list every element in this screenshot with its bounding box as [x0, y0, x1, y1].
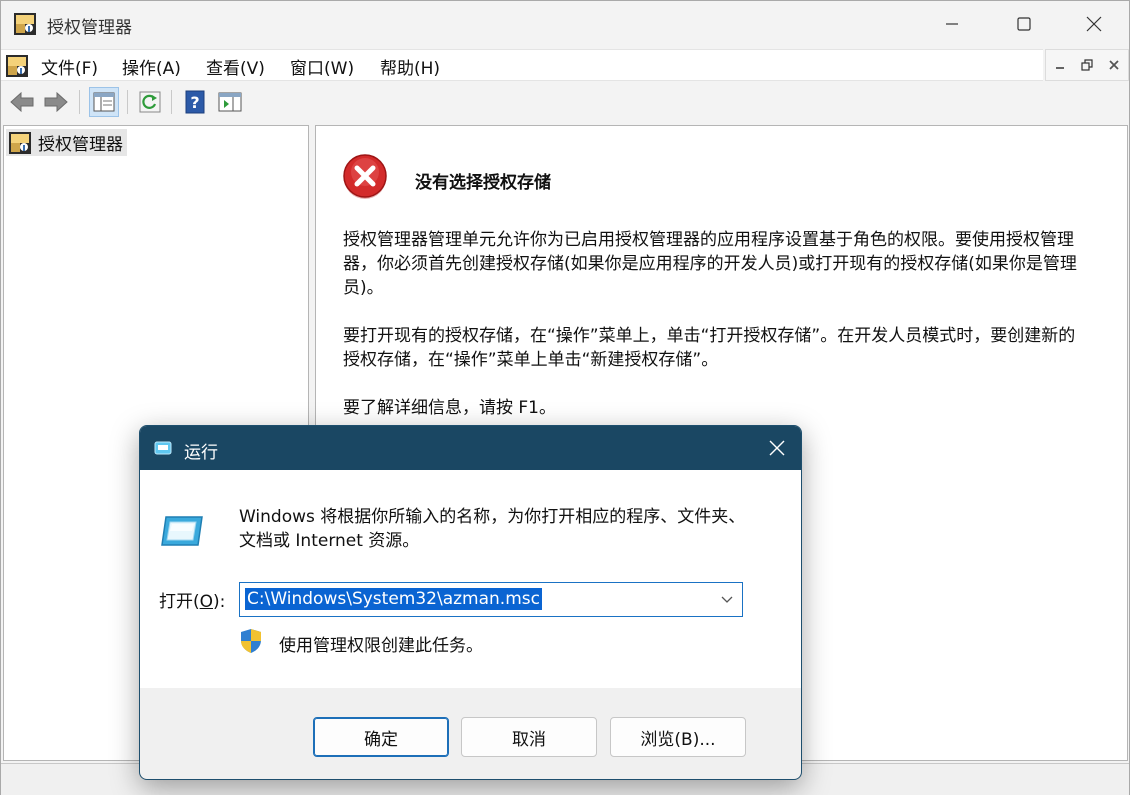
open-command-input[interactable]: C:\Windows\System32\azman.msc: [245, 588, 542, 610]
refresh-icon: [139, 91, 161, 113]
run-close-button[interactable]: [751, 426, 801, 470]
authorization-manager-app-icon: [14, 13, 36, 35]
ok-button[interactable]: 确定: [313, 717, 449, 757]
run-dialog: 运行 Windows 将根据你所输入的名称，为你打开相应的程序、文件夹、文档或 …: [139, 425, 802, 780]
minimize-icon: [1055, 67, 1064, 69]
run-icon: [154, 441, 172, 455]
tree-item-label: 授权管理器: [38, 135, 123, 155]
child-restore-button[interactable]: [1075, 53, 1099, 77]
close-icon: [769, 440, 785, 456]
run-dialog-body: Windows 将根据你所输入的名称，为你打开相应的程序、文件夹、文档或 Int…: [140, 470, 801, 688]
restore-icon: [1081, 59, 1093, 71]
minimize-icon: [946, 23, 958, 25]
close-window-button[interactable]: [1059, 1, 1129, 47]
intro-paragraph: 授权管理器管理单元允许你为已启用授权管理器的应用程序设置基于角色的权限。要使用授…: [343, 230, 1077, 298]
run-dialog-title: 运行: [184, 443, 218, 463]
menu-file[interactable]: 文件(F): [41, 54, 98, 79]
help-paragraph: 要了解详细信息，请按 F1。: [343, 398, 556, 418]
close-icon: [1086, 16, 1102, 32]
open-label: 打开(O):: [159, 592, 226, 612]
help-button[interactable]: ?: [180, 87, 210, 117]
console-system-menu-icon[interactable]: [5, 54, 29, 78]
maximize-button[interactable]: [989, 1, 1059, 47]
chevron-down-icon[interactable]: [720, 594, 734, 606]
uac-shield-icon: [241, 629, 261, 653]
close-icon: [1109, 60, 1119, 70]
run-program-icon: [161, 516, 203, 546]
toolbar: ?: [1, 83, 1129, 121]
toolbar-separator: [127, 90, 128, 114]
tree-item-authorization-manager[interactable]: 授权管理器: [6, 129, 127, 156]
authorization-manager-icon: [9, 131, 31, 154]
refresh-button[interactable]: [135, 87, 165, 117]
run-description: Windows 将根据你所输入的名称，为你打开相应的程序、文件夹、文档或 Int…: [239, 507, 746, 551]
toolbar-separator: [171, 90, 172, 114]
browse-button[interactable]: 浏览(B)...: [610, 717, 746, 757]
show-hide-console-tree-button[interactable]: [89, 87, 119, 117]
menu-action[interactable]: 操作(A): [122, 54, 181, 79]
child-minimize-button[interactable]: [1048, 53, 1072, 77]
window-title: 授权管理器: [47, 18, 132, 38]
back-button[interactable]: [7, 87, 37, 117]
menu-help[interactable]: 帮助(H): [380, 54, 440, 79]
error-icon: [343, 154, 387, 199]
back-arrow-icon: [10, 91, 34, 113]
run-dialog-title-bar[interactable]: 运行: [140, 426, 801, 470]
open-store-paragraph: 要打开现有的授权存储，在“操作”菜单上，单击“打开授权存储”。在开发人员模式时，…: [343, 326, 1076, 370]
menu-bar: 文件(F) 操作(A) 查看(V) 窗口(W) 帮助(H): [1, 49, 1043, 81]
forward-button[interactable]: [41, 87, 71, 117]
title-bar[interactable]: 授权管理器: [1, 1, 1129, 47]
child-window-controls: [1045, 49, 1129, 81]
toolbar-separator: [79, 90, 80, 114]
open-command-combobox[interactable]: C:\Windows\System32\azman.msc: [239, 582, 743, 617]
cancel-button[interactable]: 取消: [461, 717, 597, 757]
minimize-button[interactable]: [917, 1, 987, 47]
menu-view[interactable]: 查看(V): [206, 54, 265, 79]
show-hide-console-tree-icon: [93, 92, 115, 112]
help-icon: ?: [185, 90, 205, 114]
svg-text:?: ?: [190, 93, 199, 112]
forward-arrow-icon: [44, 91, 68, 113]
action-pane-icon: [218, 92, 242, 112]
admin-privilege-note: 使用管理权限创建此任务。: [279, 636, 483, 656]
child-close-button[interactable]: [1102, 53, 1126, 77]
no-store-heading: 没有选择授权存储: [415, 173, 551, 193]
menu-window[interactable]: 窗口(W): [290, 54, 354, 79]
action-pane-button[interactable]: [215, 87, 245, 117]
maximize-icon: [1017, 17, 1031, 31]
